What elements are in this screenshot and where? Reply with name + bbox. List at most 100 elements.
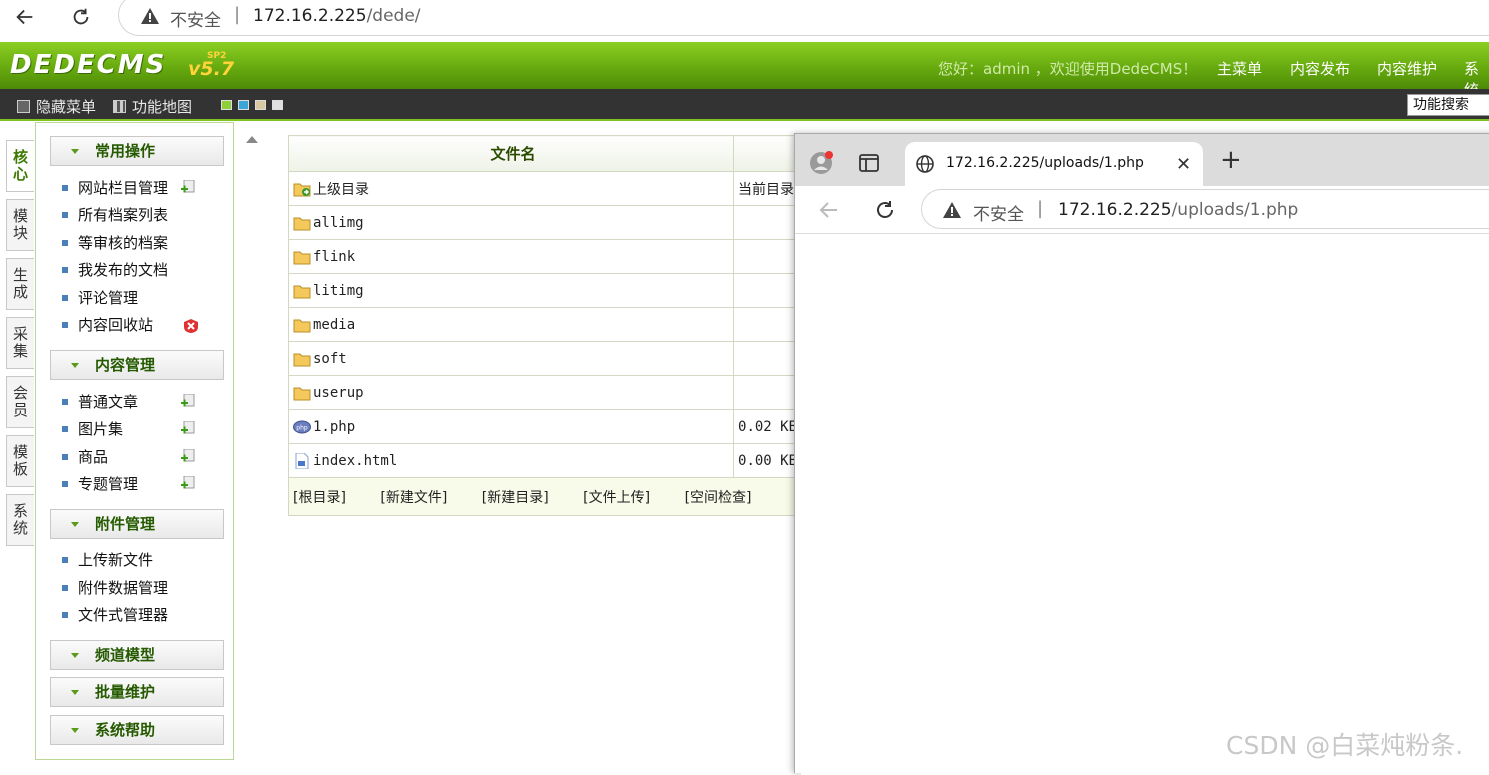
- add-document-icon[interactable]: [181, 449, 196, 463]
- table-row[interactable]: userup: [287, 375, 808, 410]
- func-search-select[interactable]: 功能搜索: [1407, 94, 1489, 116]
- vtab-template[interactable]: 模板: [6, 435, 34, 487]
- table-row[interactable]: soft: [287, 341, 808, 376]
- reload-button[interactable]: [64, 2, 98, 32]
- menu-item-my-documents[interactable]: 我发布的文档: [62, 260, 168, 280]
- vtab-collect[interactable]: 采集: [6, 317, 34, 369]
- new-file-link[interactable]: [新建文件]: [380, 490, 447, 506]
- file-link[interactable]: allimg: [293, 215, 733, 231]
- file-link[interactable]: litimg: [293, 283, 733, 299]
- folder-icon: [293, 251, 311, 264]
- func-map-label: 功能地图: [132, 98, 193, 116]
- chevron-down-icon: [71, 690, 79, 695]
- top-menu-maintain[interactable]: 内容维护: [1377, 58, 1437, 79]
- file-link[interactable]: soft: [293, 351, 733, 367]
- table-row[interactable]: media: [287, 307, 808, 342]
- section-content[interactable]: 内容管理: [50, 350, 224, 380]
- insecure-label[interactable]: 不安全: [973, 200, 1024, 225]
- warning-icon: [141, 8, 159, 24]
- bullet-icon: [62, 481, 68, 487]
- table-row[interactable]: flink: [287, 239, 808, 274]
- root-dir-link[interactable]: [根目录]: [293, 490, 346, 506]
- table-row[interactable]: php 1.php 0.02 KB: [287, 409, 808, 444]
- dede-toolbar: 隐藏菜单 功能地图 功能搜索: [0, 89, 1489, 121]
- url-path: /uploads/1.php: [1171, 200, 1299, 220]
- section-channel[interactable]: 频道模型: [50, 640, 224, 670]
- menu-item-article[interactable]: 普通文章: [62, 392, 138, 412]
- add-document-icon[interactable]: [181, 421, 196, 435]
- clear-recycle-icon[interactable]: [183, 318, 199, 334]
- add-document-icon[interactable]: [181, 394, 196, 408]
- section-help[interactable]: 系统帮助: [50, 715, 224, 745]
- vtab-member[interactable]: 会员: [6, 376, 34, 428]
- file-name: 上级目录: [313, 181, 369, 198]
- table-row[interactable]: litimg: [287, 273, 808, 308]
- chevron-down-icon: [71, 149, 79, 154]
- menu-item-comments[interactable]: 评论管理: [62, 288, 138, 308]
- menu-item-label: 网站栏目管理: [78, 179, 169, 197]
- reload-icon: [73, 8, 89, 25]
- theme-swatch-blue[interactable]: [238, 100, 249, 110]
- popup-address-bar[interactable]: 不安全 | 172.16.2.225/uploads/1.php: [921, 189, 1489, 229]
- menu-item-all-archives[interactable]: 所有档案列表: [62, 205, 168, 225]
- table-row[interactable]: 上级目录 当前目录: [287, 171, 808, 206]
- menu-item-column-manage[interactable]: 网站栏目管理: [62, 178, 168, 198]
- popup-active-tab[interactable]: 172.16.2.225/uploads/1.php ✕: [905, 142, 1203, 186]
- menu-item-pending-archives[interactable]: 等审核的档案: [62, 233, 168, 253]
- address-separator: |: [1037, 198, 1044, 219]
- space-check-link[interactable]: [空间检查]: [685, 490, 752, 506]
- menu-item-gallery[interactable]: 图片集: [62, 419, 123, 439]
- theme-swatch-green[interactable]: [221, 100, 232, 110]
- bullet-icon: [62, 212, 68, 218]
- theme-swatch-gray[interactable]: [272, 100, 283, 110]
- menu-item-product[interactable]: 商品: [62, 447, 108, 467]
- hide-menu-button[interactable]: 隐藏菜单: [17, 96, 96, 117]
- file-link[interactable]: php 1.php: [293, 419, 733, 435]
- menu-item-upload-file[interactable]: 上传新文件: [62, 550, 153, 570]
- profile-avatar-icon[interactable]: [809, 150, 835, 176]
- vtab-system[interactable]: 系统: [6, 494, 34, 546]
- func-map-button[interactable]: 功能地图: [113, 96, 192, 117]
- add-document-icon[interactable]: [181, 180, 196, 194]
- menu-item-attachment-data[interactable]: 附件数据管理: [62, 578, 168, 598]
- file-link[interactable]: 上级目录: [293, 179, 733, 199]
- table-row[interactable]: index.html 0.00 KB: [287, 443, 808, 478]
- back-button[interactable]: [8, 2, 42, 32]
- section-batch[interactable]: 批量维护: [50, 677, 224, 707]
- section-attachment[interactable]: 附件管理: [50, 509, 224, 539]
- menu-item-topics[interactable]: 专题管理: [62, 474, 138, 494]
- file-link[interactable]: userup: [293, 385, 733, 401]
- new-dir-link[interactable]: [新建目录]: [482, 490, 549, 506]
- menu-item-recycle-bin[interactable]: 内容回收站: [62, 315, 153, 335]
- header-filename: 文件名: [287, 135, 735, 172]
- file-link[interactable]: media: [293, 317, 733, 333]
- address-url[interactable]: 172.16.2.225/dede/: [253, 6, 421, 26]
- top-menu-publish[interactable]: 内容发布: [1290, 58, 1350, 79]
- theme-swatch-tan[interactable]: [255, 100, 266, 110]
- table-row[interactable]: allimg: [287, 205, 808, 240]
- upload-file-link[interactable]: [文件上传]: [583, 490, 650, 506]
- new-tab-icon[interactable]: +: [1220, 147, 1242, 173]
- section-common[interactable]: 常用操作: [50, 136, 224, 166]
- add-document-icon[interactable]: [181, 476, 196, 490]
- menu-item-file-manager[interactable]: 文件式管理器: [62, 605, 168, 625]
- sidebar-toggle-icon: [17, 100, 30, 113]
- vtab-generate[interactable]: 生成: [6, 258, 34, 310]
- file-name: userup: [313, 384, 364, 401]
- file-name: allimg: [313, 214, 364, 231]
- close-icon[interactable]: ✕: [1176, 154, 1191, 175]
- top-menu-main[interactable]: 主菜单: [1217, 58, 1262, 79]
- folder-up-icon: [293, 183, 311, 196]
- vtab-module[interactable]: 模块: [6, 199, 34, 251]
- file-link[interactable]: index.html: [293, 452, 733, 469]
- folder-icon: [293, 387, 311, 400]
- file-link[interactable]: flink: [293, 249, 733, 265]
- reload-icon[interactable]: [873, 198, 897, 222]
- scroll-up-icon[interactable]: [246, 136, 258, 143]
- tab-actions-icon[interactable]: [859, 154, 879, 172]
- insecure-label[interactable]: 不安全: [170, 6, 221, 31]
- address-url[interactable]: 172.16.2.225/uploads/1.php: [1058, 200, 1298, 220]
- vtab-core[interactable]: 核心: [6, 140, 34, 192]
- html-file-icon: [295, 452, 309, 469]
- arrow-left-icon[interactable]: [817, 198, 841, 222]
